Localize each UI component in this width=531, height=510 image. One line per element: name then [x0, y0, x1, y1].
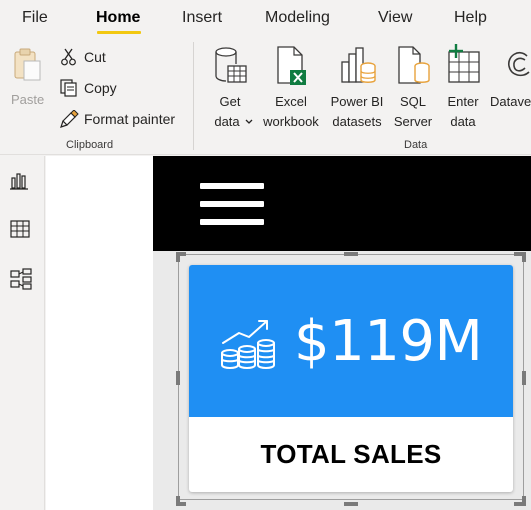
menu-tab-insert[interactable]: Insert: [182, 9, 222, 27]
excel-workbook-button[interactable]: Excel workbook: [257, 42, 325, 132]
excel-icon: [277, 46, 306, 85]
menu-tab-file[interactable]: File: [22, 9, 48, 27]
resize-handle-left[interactable]: [176, 371, 180, 385]
resize-handle-top-left[interactable]: [176, 252, 180, 262]
resize-handle-top-right[interactable]: [522, 252, 526, 262]
hamburger-line: [200, 219, 264, 225]
paste-label: Paste: [11, 92, 45, 107]
menu-tab-help[interactable]: Help: [454, 9, 487, 27]
view-switcher: [0, 156, 45, 510]
excel-label-1: Excel: [275, 94, 307, 109]
data-view-icon[interactable]: [10, 220, 30, 238]
hamburger-line: [200, 201, 264, 207]
powerbi-label-2: datasets: [332, 114, 382, 129]
enter-data-button[interactable]: Enter data: [440, 42, 486, 132]
resize-handle-bottom-left[interactable]: [176, 502, 186, 506]
dataverse-button[interactable]: Datave: [488, 42, 531, 132]
menu-tab-view[interactable]: View: [378, 9, 412, 27]
enter-data-label-2: data: [450, 114, 476, 129]
get-data-button[interactable]: Get data: [205, 42, 255, 132]
sql-label-1: SQL: [399, 94, 426, 109]
enter-data-label-1: Enter: [447, 94, 479, 109]
paintbrush-icon: [60, 110, 79, 128]
ribbon-separator: [193, 42, 194, 150]
report-view-icon[interactable]: [10, 172, 30, 190]
copy-label: Copy: [84, 80, 117, 96]
ribbon: Paste Cut Copy Format painter Clipboard: [0, 38, 531, 155]
data-group-label: Data: [404, 139, 428, 151]
dataverse-icon: [508, 51, 530, 77]
menu-tab-modeling[interactable]: Modeling: [265, 9, 330, 27]
cut-button[interactable]: Cut: [60, 47, 130, 71]
kpi-label: TOTAL SALES: [260, 439, 442, 469]
kpi-card[interactable]: $119M TOTAL SALES: [189, 265, 513, 492]
menu-tab-home[interactable]: Home: [96, 9, 140, 27]
kpi-card-header: $119M: [189, 265, 513, 417]
paste-button[interactable]: Paste: [6, 44, 48, 110]
enter-data-table-icon: [448, 44, 480, 83]
scissors-icon: [61, 48, 76, 66]
format-painter-button[interactable]: Format painter: [60, 108, 186, 132]
sales-growth-icon: [221, 320, 275, 369]
get-data-label-2: data: [214, 114, 240, 129]
paste-icon: [14, 48, 41, 81]
resize-handle-top[interactable]: [344, 252, 358, 256]
menu-bar: File Home Insert Modeling View Help: [0, 0, 531, 38]
copy-icon: [60, 79, 77, 97]
powerbi-label-1: Power BI: [330, 94, 384, 109]
sql-server-button[interactable]: SQL Server: [390, 42, 436, 132]
sql-label-2: Server: [393, 114, 433, 129]
sql-server-icon: [398, 46, 430, 84]
clipboard-group-label: Clipboard: [66, 139, 114, 151]
resize-handle-bottom-right[interactable]: [514, 502, 526, 506]
dataverse-label: Datave: [490, 94, 531, 109]
resize-handle-right[interactable]: [522, 371, 526, 385]
cut-label: Cut: [84, 49, 106, 65]
chevron-down-icon: [245, 119, 253, 124]
database-table-icon: [215, 47, 247, 83]
get-data-label-1: Get: [219, 94, 241, 109]
format-painter-label: Format painter: [84, 111, 176, 127]
resize-handle-bottom[interactable]: [344, 502, 358, 506]
powerbi-datasets-button[interactable]: Power BI datasets: [327, 42, 387, 132]
hamburger-line: [200, 183, 264, 189]
excel-label-2: workbook: [263, 114, 319, 129]
powerbi-dataset-icon: [341, 47, 376, 83]
active-tab-indicator: [97, 31, 141, 34]
model-view-icon[interactable]: [10, 268, 32, 290]
copy-button[interactable]: Copy: [60, 78, 130, 102]
kpi-value: $119M: [294, 309, 483, 374]
